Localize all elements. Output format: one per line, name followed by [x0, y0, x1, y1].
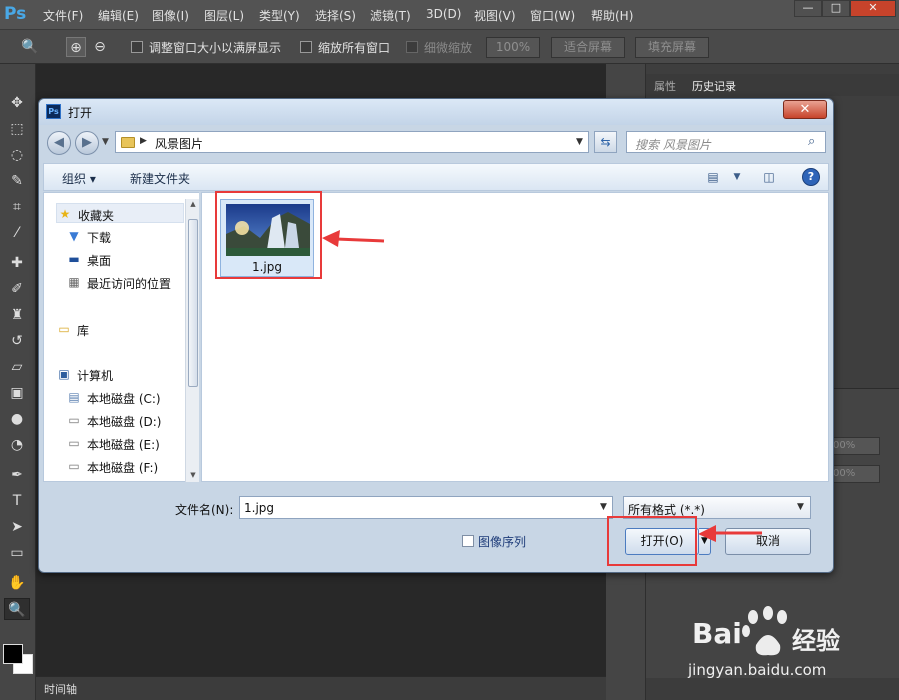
watermark-url: jingyan.baidu.com [688, 661, 827, 679]
watermark-brand: Bai [692, 617, 742, 650]
paw-icon [742, 606, 787, 656]
watermark-jingyan: 经验 [792, 627, 840, 655]
arrow-to-file [335, 237, 385, 243]
baidu-watermark: Bai 经验 jingyan.baidu.com [688, 603, 863, 688]
annotation-arrows [322, 230, 762, 542]
arrow-to-file-head [322, 230, 340, 247]
arrow-to-open-head [698, 525, 716, 542]
